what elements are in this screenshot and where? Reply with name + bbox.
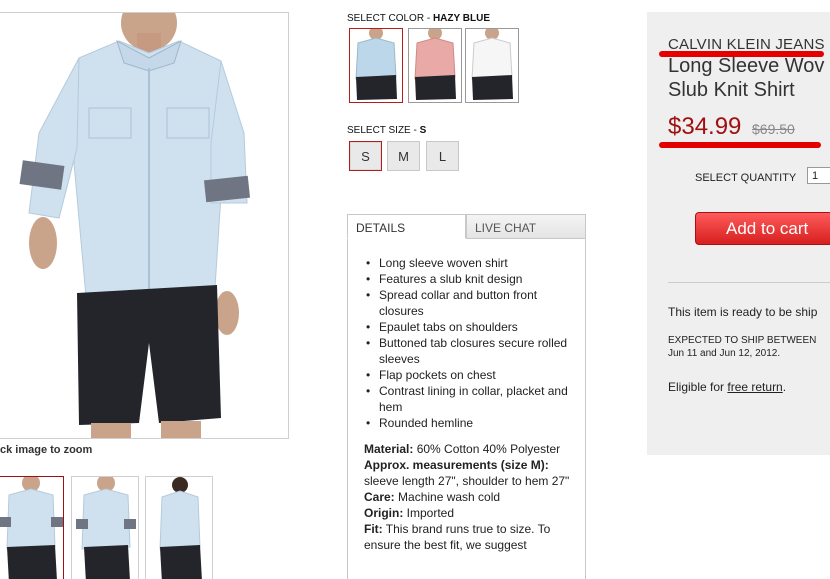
sale-price: $34.99 [668,113,742,140]
thumbnail-back[interactable] [145,476,213,579]
select-size-prefix: SELECT SIZE - [347,125,420,136]
select-color-label: SELECT COLOR - HAZY BLUE [347,13,490,24]
details-bullet-list: Long sleeve woven shirt Features a slub … [364,255,571,431]
free-return-link[interactable]: free return [727,380,782,394]
list-item: Flap pockets on chest [364,367,571,383]
list-item: Long sleeve woven shirt [364,255,571,271]
product-title: Long Sleeve Wov Slub Knit Shirt [668,54,824,102]
expected-ship-dates: Jun 11 and Jun 12, 2012. [668,348,781,359]
thumbnail-back-image [159,477,202,579]
divider [668,282,830,283]
list-item: Epaulet tabs on shoulders [364,319,571,335]
size-option-m[interactable]: M [387,141,420,171]
spec-care: Care: Machine wash cold [364,489,571,505]
spec-measurements: Approx. measurements (size M): sleeve le… [364,457,571,489]
details-panel: Long sleeve woven shirt Features a slub … [347,238,586,579]
color-swatch-white[interactable] [465,28,519,103]
tab-details[interactable]: DETAILS [347,214,466,239]
product-specs: Material: 60% Cotton 40% Polyester Appro… [364,441,571,553]
list-item: Contrast lining in collar, placket and h… [364,383,571,415]
spec-origin: Origin: Imported [364,505,571,521]
swatch-white-shirt-image [471,29,513,100]
select-color-prefix: SELECT COLOR - [347,13,433,24]
selected-size-name: S [419,125,427,136]
list-item: Rounded hemline [364,415,571,431]
color-swatch-hazy-blue[interactable] [349,28,403,103]
size-option-s[interactable]: S [349,141,382,171]
spec-material-value: 60% Cotton 40% Polyester [413,442,561,456]
expected-ship-label: EXPECTED TO SHIP BETWEEN [668,335,817,346]
select-size-label: SELECT SIZE - S [347,125,426,136]
spec-fit: Fit: This brand runs true to size. To en… [364,521,571,553]
purchase-panel: CALVIN KLEIN JEANS Long Sleeve Wov Slub … [647,12,830,455]
spec-origin-value: Imported [403,506,455,520]
size-option-l[interactable]: L [426,141,459,171]
eligible-prefix: Eligible for [668,380,728,394]
thumbnail-front[interactable] [0,476,64,579]
thumbnail-pose-image [76,477,136,579]
spec-fit-value: This brand runs true to size. To ensure … [364,522,551,552]
zoom-caption: ck image to zoom [0,444,92,456]
thumbnail-pose[interactable] [71,476,139,579]
highlight-underline-price [659,142,821,148]
list-item: Spread collar and button front closures [364,287,571,319]
swatch-blue-shirt-image [355,29,397,100]
thumbnail-front-image [0,477,63,579]
free-return-note: Eligible for free return. [668,380,786,394]
list-item: Buttoned tab closures secure rolled slee… [364,335,571,367]
selected-color-name: HAZY BLUE [432,13,490,24]
add-to-cart-button[interactable]: Add to cart [695,212,830,245]
spec-origin-label: Origin: [364,506,404,520]
spec-care-label: Care: [364,490,395,504]
product-title-line1: Long Sleeve Wov [668,55,825,77]
spec-material: Material: 60% Cotton 40% Polyester [364,441,571,457]
eligible-suffix: . [782,380,787,394]
list-item: Features a slub knit design [364,271,571,287]
tab-live-chat[interactable]: LIVE CHAT [466,214,586,239]
main-product-image[interactable] [0,12,289,439]
color-swatch-pink[interactable] [408,28,462,103]
quantity-input[interactable] [807,167,830,184]
product-tabs: DETAILS LIVE CHAT Long sleeve woven shir… [347,214,586,579]
spec-care-value: Machine wash cold [394,490,501,504]
quantity-label: SELECT QUANTITY [695,172,797,184]
spec-material-label: Material: [364,442,414,456]
spec-measurements-value: sleeve length 27", shoulder to hem 27" [364,474,570,488]
ready-to-ship-text: This item is ready to be ship [668,305,818,319]
spec-fit-label: Fit: [364,522,383,536]
model-illustration [0,13,288,438]
spec-measurements-label: Approx. measurements (size M): [364,458,549,472]
zoom-caption-text: ck image to zoom [0,444,93,456]
original-price: $69.50 [752,121,795,137]
product-title-line2: Slub Knit Shirt [668,79,795,101]
swatch-pink-shirt-image [414,29,456,100]
